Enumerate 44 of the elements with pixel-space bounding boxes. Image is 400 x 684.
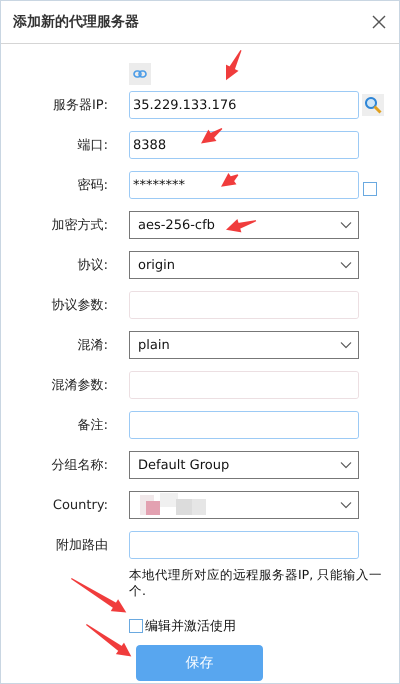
annotation-arrow [86,624,131,656]
chevron-down-icon [340,261,352,269]
field-label: 混淆: [76,337,108,354]
link-button[interactable] [129,63,151,85]
annotation-arrow [201,128,222,143]
input-field[interactable]: ******** [129,171,359,199]
input-field[interactable] [129,411,359,439]
field-label: 加密方式: [50,217,108,234]
checkbox[interactable] [129,619,143,633]
help-text: 本地代理所对应的远程服务器IP, 只能输入一个. [129,567,384,599]
close-button[interactable] [371,14,387,30]
dropdown[interactable]: Default Group [129,451,359,479]
input-field[interactable]: 35.229.133.176 [129,91,359,119]
chevron-down-icon [340,341,352,349]
annotation-arrow [221,173,238,187]
input-field[interactable] [129,531,359,559]
annotation-arrow [226,50,242,80]
annotation-arrow [226,219,256,233]
checkbox-label: 编辑并激活使用 [145,618,236,635]
close-icon [371,14,387,30]
search-button[interactable] [362,94,384,116]
dropdown[interactable]: plain [129,331,359,359]
field-label: 附加路由 [55,537,108,554]
dropdown[interactable] [129,491,359,519]
window-title: 添加新的代理服务器 [13,13,139,31]
dropdown[interactable]: aes-256-cfb [129,211,359,239]
link-icon [133,70,147,78]
field-label: 协议: [76,257,108,274]
field-label: 服务器IP: [52,97,108,114]
annotation-arrow [70,578,126,613]
field-label: 混淆参数: [50,377,108,394]
checkbox[interactable] [363,182,377,196]
field-label: 端口: [76,137,108,154]
dropdown[interactable]: origin [129,251,359,279]
input-field[interactable]: 8388 [129,131,359,159]
chevron-down-icon [340,501,352,509]
chevron-down-icon [340,221,352,229]
field-label: Country: [52,498,108,512]
field-label: 密码: [76,177,108,194]
field-label: 协议参数: [50,297,108,314]
field-label: 分组名称: [50,457,108,474]
field-label: 备注: [76,417,108,434]
search-icon [364,96,382,114]
chevron-down-icon [340,461,352,469]
